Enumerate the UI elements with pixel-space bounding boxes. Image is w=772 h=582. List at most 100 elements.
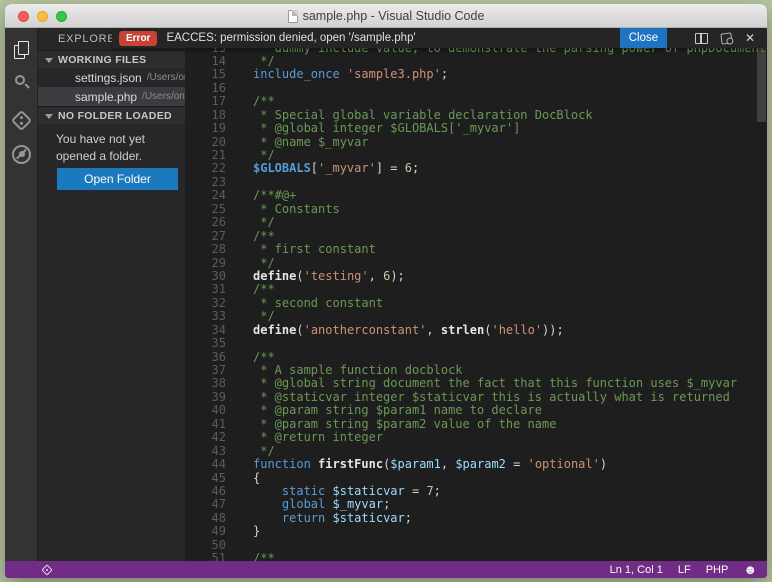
vscode-window: sample.php - Visual Studio Code EXPLORE — [5, 4, 767, 578]
line-number: 27 — [211, 228, 226, 243]
cursor-position-indicator[interactable]: Ln 1, Col 1 — [610, 564, 663, 576]
code-line: define('anotherconstant', strlen('hello'… — [253, 322, 564, 337]
document-icon — [287, 9, 298, 23]
no-folder-header[interactable]: NO FOLDER LOADED — [38, 106, 185, 124]
line-number: 17 — [211, 94, 226, 109]
line-number: 38 — [211, 376, 226, 391]
notification-close-button[interactable]: Close — [619, 28, 667, 48]
sidebar-title: EXPLORE — [58, 33, 116, 45]
code-line: * @staticvar integer $staticvar this is … — [253, 389, 730, 404]
line-number: 34 — [211, 322, 226, 337]
line-number-gutter: 1314151617181920212223242526272829303132… — [185, 41, 226, 561]
preview-icon[interactable] — [720, 31, 733, 45]
twistie-icon — [45, 58, 53, 63]
search-activity-button[interactable] — [5, 69, 38, 97]
line-number: 46 — [211, 483, 226, 498]
line-number: 43 — [211, 443, 226, 458]
line-number: 19 — [211, 121, 226, 136]
line-number: 24 — [211, 188, 226, 203]
code-line: /** — [253, 349, 275, 364]
language-mode-indicator[interactable]: PHP — [706, 564, 729, 576]
split-editor-icon[interactable] — [694, 32, 708, 44]
code-editor[interactable]: 1314151617181920212223242526272829303132… — [185, 28, 767, 561]
window-title: sample.php - Visual Studio Code — [302, 9, 485, 23]
line-number: 14 — [211, 53, 226, 68]
line-number: 29 — [211, 255, 226, 270]
line-number: 15 — [211, 67, 226, 82]
code-line: $GLOBALS['_myvar'] = 6; — [253, 161, 420, 176]
working-files-header[interactable]: WORKING FILES — [38, 50, 185, 68]
code-line: return $staticvar; — [281, 510, 412, 525]
code-line: include_once 'sample3.php'; — [253, 67, 449, 82]
code-line: */ — [253, 309, 275, 324]
line-number: 25 — [211, 201, 226, 216]
code-line: function firstFunc($param1, $param2 = 'o… — [253, 457, 608, 472]
code-line: */ — [253, 255, 275, 270]
code-line: /** — [253, 551, 275, 561]
code-line: * @global integer $GLOBALS['_myvar'] — [253, 121, 521, 136]
code-content: * dummy include value, to demonstrate th… — [253, 41, 767, 561]
line-number: 16 — [211, 80, 226, 95]
line-number: 40 — [211, 403, 226, 418]
code-line: /**#@+ — [253, 188, 297, 203]
line-number: 18 — [211, 107, 226, 122]
vertical-scrollbar[interactable] — [757, 48, 766, 122]
code-line: * Constants — [253, 201, 340, 216]
open-folder-button[interactable]: Open Folder — [57, 168, 178, 190]
line-number: 28 — [211, 242, 226, 257]
code-line: static $staticvar = 7; — [281, 483, 441, 498]
file-row-settings-json[interactable]: settings.json /Users/ontecnia... — [38, 68, 185, 87]
git-status-icon[interactable] — [41, 563, 53, 576]
code-line: * @param string $param1 name to declare — [253, 403, 542, 418]
status-bar: Ln 1, Col 1 LF PHP ☻ — [5, 561, 767, 578]
line-number: 21 — [211, 148, 226, 162]
line-number: 51 — [211, 551, 226, 561]
debug-activity-button[interactable] — [5, 140, 38, 168]
error-badge: Error — [119, 30, 158, 46]
line-number: 31 — [211, 282, 226, 297]
code-line: * @global string document the fact that … — [253, 376, 738, 391]
line-number: 23 — [211, 174, 226, 189]
search-icon — [13, 74, 31, 92]
window-titlebar[interactable]: sample.php - Visual Studio Code — [5, 4, 767, 28]
code-line: */ — [253, 148, 275, 162]
code-line: { — [253, 470, 261, 485]
eol-indicator[interactable]: LF — [678, 564, 691, 576]
code-line: global $_myvar; — [281, 497, 391, 512]
error-message: EACCES: permission denied, open '/sample… — [166, 32, 416, 44]
code-line: /** — [253, 228, 275, 243]
no-folder-message: You have not yet opened a folder. — [56, 132, 145, 163]
code-line: define('testing', 6); — [253, 268, 405, 283]
line-number: 50 — [211, 537, 226, 552]
line-number: 36 — [211, 349, 226, 364]
debug-disabled-icon — [12, 144, 31, 164]
line-number: 39 — [211, 389, 226, 404]
line-number: 49 — [211, 524, 226, 539]
error-notification-bar: Error EACCES: permission denied, open '/… — [112, 28, 767, 48]
git-activity-button[interactable] — [5, 106, 38, 134]
code-line: * first constant — [253, 242, 376, 257]
line-number: 26 — [211, 215, 226, 230]
line-number: 30 — [211, 268, 226, 283]
git-icon — [10, 109, 33, 131]
code-line: * @return integer — [253, 430, 384, 445]
activity-bar — [5, 28, 38, 561]
line-number: 45 — [211, 470, 226, 485]
file-row-sample-php[interactable]: sample.php /Users/ontecnia/... — [38, 87, 185, 106]
line-number: 35 — [211, 336, 226, 351]
code-line: * @name $_myvar — [253, 134, 369, 149]
close-editor-icon[interactable]: ✕ — [745, 32, 755, 44]
line-number: 32 — [211, 295, 226, 310]
line-number: 33 — [211, 309, 226, 324]
explorer-activity-button[interactable] — [5, 36, 38, 64]
code-line: * Special global variable declaration Do… — [253, 107, 593, 122]
code-line: */ — [253, 443, 275, 458]
line-number: 42 — [211, 430, 226, 445]
feedback-smiley-icon[interactable]: ☻ — [743, 563, 757, 576]
code-line: * second constant — [253, 295, 384, 310]
line-number: 37 — [211, 363, 226, 377]
code-line: * @param string $param2 value of the nam… — [253, 416, 557, 431]
